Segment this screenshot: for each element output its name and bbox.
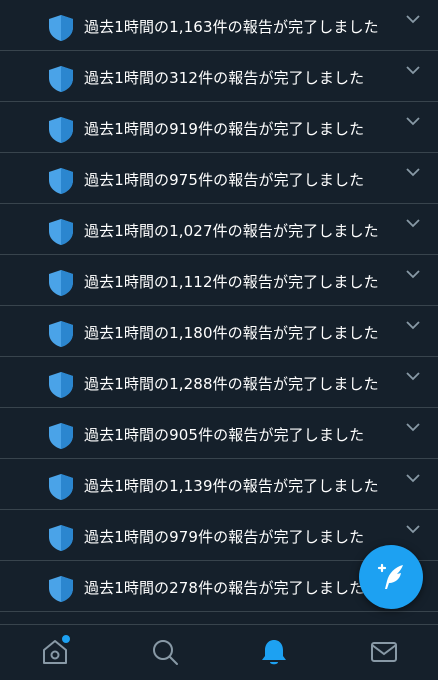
shield-icon [49, 423, 73, 449]
chevron-down-icon[interactable] [406, 422, 420, 432]
chevron-down-icon[interactable] [406, 14, 420, 24]
tab-messages[interactable] [369, 637, 399, 667]
notification-row[interactable]: 過去1時間の919件の報告が完了しました [0, 102, 438, 153]
shield-icon [49, 15, 73, 41]
notification-list: 過去1時間の1,163件の報告が完了しました 過去1時間の312件の報告が完了し… [0, 0, 438, 612]
notification-text: 過去1時間の1,180件の報告が完了しました [84, 324, 379, 342]
shield-icon [49, 321, 73, 347]
notification-row[interactable]: 過去1時間の1,139件の報告が完了しました [0, 459, 438, 510]
notification-text: 過去1時間の278件の報告が完了しました [84, 579, 365, 597]
notification-text: 過去1時間の1,139件の報告が完了しました [84, 477, 379, 495]
bottom-tab-bar [0, 624, 438, 680]
notification-row[interactable]: 過去1時間の975件の報告が完了しました [0, 153, 438, 204]
notification-text: 過去1時間の975件の報告が完了しました [84, 171, 365, 189]
chevron-down-icon[interactable] [406, 167, 420, 177]
notification-text: 過去1時間の1,027件の報告が完了しました [84, 222, 379, 240]
chevron-down-icon[interactable] [406, 320, 420, 330]
home-notification-dot [60, 633, 72, 645]
notification-text: 過去1時間の1,288件の報告が完了しました [84, 375, 379, 393]
shield-icon [49, 270, 73, 296]
shield-icon [49, 219, 73, 245]
notification-row[interactable]: 過去1時間の1,180件の報告が完了しました [0, 306, 438, 357]
notification-text: 過去1時間の1,163件の報告が完了しました [84, 18, 379, 36]
notification-text: 過去1時間の919件の報告が完了しました [84, 120, 365, 138]
chevron-down-icon[interactable] [406, 218, 420, 228]
shield-icon [49, 576, 73, 602]
chevron-down-icon[interactable] [406, 116, 420, 126]
notification-row[interactable]: 過去1時間の1,163件の報告が完了しました [0, 0, 438, 51]
notification-row[interactable]: 過去1時間の1,112件の報告が完了しました [0, 255, 438, 306]
shield-icon [49, 525, 73, 551]
compose-tweet-button[interactable] [359, 545, 423, 609]
chevron-down-icon[interactable] [406, 269, 420, 279]
chevron-down-icon[interactable] [406, 65, 420, 75]
bell-icon [262, 640, 286, 665]
chevron-down-icon[interactable] [406, 524, 420, 534]
tab-notifications[interactable] [259, 637, 289, 667]
shield-icon [49, 474, 73, 500]
notification-row[interactable]: 過去1時間の312件の報告が完了しました [0, 51, 438, 102]
notification-text: 過去1時間の312件の報告が完了しました [84, 69, 365, 87]
notification-text: 過去1時間の905件の報告が完了しました [84, 426, 365, 444]
compose-tweet-icon [377, 563, 403, 589]
chevron-down-icon[interactable] [406, 371, 420, 381]
notification-row[interactable]: 過去1時間の905件の報告が完了しました [0, 408, 438, 459]
shield-icon [49, 372, 73, 398]
notification-row[interactable]: 過去1時間の1,027件の報告が完了しました [0, 204, 438, 255]
notification-text: 過去1時間の1,112件の報告が完了しました [84, 273, 379, 291]
shield-icon [49, 117, 73, 143]
notification-text: 過去1時間の979件の報告が完了しました [84, 528, 365, 546]
search-icon [153, 640, 178, 665]
notification-row[interactable]: 過去1時間の1,288件の報告が完了しました [0, 357, 438, 408]
shield-icon [49, 66, 73, 92]
chevron-down-icon[interactable] [406, 473, 420, 483]
shield-icon [49, 168, 73, 194]
mail-icon [371, 642, 397, 662]
tab-search[interactable] [150, 637, 180, 667]
